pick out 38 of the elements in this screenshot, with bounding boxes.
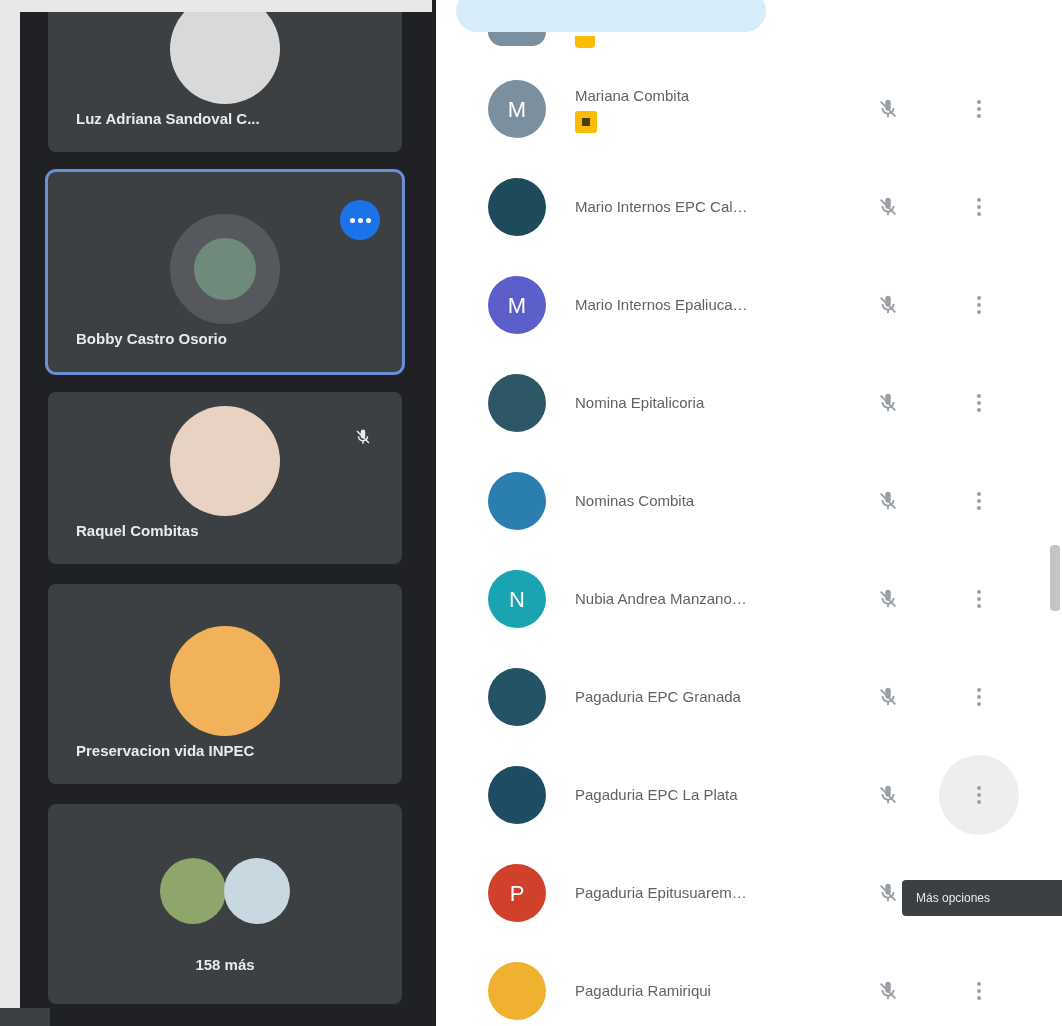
participant-tile[interactable]: Luz Adriana Sandoval C... bbox=[48, 12, 402, 152]
bottom-bar bbox=[0, 1008, 50, 1026]
participant-name: Nomina Epitalicoria bbox=[575, 392, 706, 413]
participant-name: Pagaduria Epitusuarem… bbox=[575, 882, 748, 903]
participant-name: Pagaduria EPC La Plata bbox=[575, 784, 739, 805]
participant-name: Luz Adriana Sandoval C... bbox=[76, 108, 260, 129]
avatar bbox=[488, 32, 546, 46]
tooltip: Más opciones bbox=[902, 880, 1062, 916]
avatar: M bbox=[488, 80, 546, 138]
participant-name: Nubia Andrea Manzano… bbox=[575, 588, 748, 609]
participant-name: Mario Internos EPC Cal… bbox=[575, 196, 749, 217]
participant-name: Pagaduria EPC Granada bbox=[575, 686, 742, 707]
more-vertical-icon bbox=[977, 982, 981, 1000]
avatar: M bbox=[488, 276, 546, 334]
participant-name: Pagaduria Ramiriqui bbox=[575, 980, 712, 1001]
more-vertical-icon bbox=[977, 492, 981, 510]
participant-name: Bobby Castro Osorio bbox=[76, 328, 227, 349]
participant-name: Nominas Combita bbox=[575, 490, 696, 511]
participant-tile[interactable]: Preservacion vida INPEC bbox=[48, 584, 402, 784]
participant-name: Mariana Combita bbox=[575, 85, 691, 106]
more-count: 158 más bbox=[195, 954, 255, 975]
more-vertical-icon bbox=[977, 198, 981, 216]
more-vertical-icon bbox=[977, 688, 981, 706]
participant-name: Mario Internos Epaliuca… bbox=[575, 294, 749, 315]
more-vertical-icon bbox=[977, 786, 981, 804]
more-vertical-icon bbox=[977, 100, 981, 118]
participant-name: Preservacion vida INPEC bbox=[76, 740, 255, 761]
avatar: P bbox=[488, 864, 546, 922]
more-participants-tile[interactable]: 158 más bbox=[48, 804, 402, 1004]
participant-tile[interactable]: Raquel Combitas bbox=[48, 392, 402, 564]
avatar: N bbox=[488, 570, 546, 628]
scrollbar-thumb[interactable] bbox=[1050, 545, 1060, 611]
participant-tile[interactable]: Bobby Castro Osorio bbox=[48, 172, 402, 372]
participant-name: Raquel Combitas bbox=[76, 520, 199, 541]
host-badge-icon bbox=[575, 36, 595, 48]
more-vertical-icon bbox=[977, 590, 981, 608]
more-vertical-icon bbox=[977, 296, 981, 314]
more-vertical-icon bbox=[977, 394, 981, 412]
